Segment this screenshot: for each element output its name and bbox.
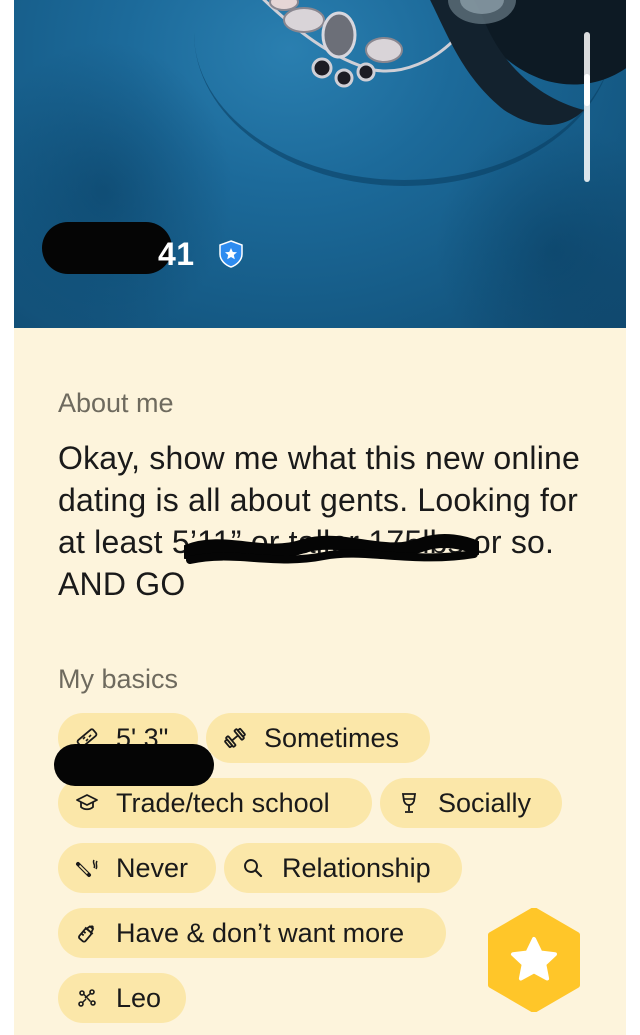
basic-chip-smoking[interactable]: Never (58, 843, 216, 893)
basic-chip-label: Sometimes (264, 722, 400, 753)
basic-chip-exercise[interactable]: Sometimes (206, 713, 430, 763)
photo-scroll-thumb[interactable] (584, 74, 590, 106)
wine-glass-icon (396, 790, 422, 816)
magnifier-icon (240, 855, 266, 881)
basic-chip-label: Never (116, 852, 189, 883)
bio-scribble-mark (184, 534, 479, 564)
basic-chip-label: Relationship (282, 852, 431, 883)
profile-photo[interactable]: 41 (14, 0, 626, 328)
superswipe-button[interactable] (482, 908, 586, 1012)
profile-card: 41 About me Okay, show me what this new … (14, 0, 626, 1035)
basic-chip-label: Have & don’t want more (116, 917, 405, 948)
height-redaction-mark (54, 744, 214, 786)
basic-chip-label: Trade/tech school (116, 787, 330, 818)
zodiac-icon (74, 985, 100, 1011)
photo-scroll-indicator[interactable] (584, 32, 590, 182)
graduation-cap-icon (74, 790, 100, 816)
basic-chip-label: Leo (116, 982, 162, 1013)
about-me-label: About me (58, 388, 174, 418)
name-redaction-mark (42, 222, 172, 274)
basic-chip-zodiac[interactable]: Leo (58, 973, 186, 1023)
profile-age: 41 (158, 236, 195, 272)
basic-chip-kids[interactable]: Have & don’t want more (58, 908, 446, 958)
photo-shading (14, 40, 234, 328)
my-basics-label: My basics (58, 664, 179, 694)
hair-graphic (430, 0, 626, 125)
baby-bottle-icon (74, 920, 100, 946)
basic-chip-label: Socially (438, 787, 532, 818)
basic-chip-looking-for[interactable]: Relationship (224, 843, 462, 893)
cigarette-icon (74, 855, 100, 881)
dumbbell-icon (222, 725, 248, 751)
basic-chip-drinking[interactable]: Socially (380, 778, 562, 828)
verified-badge-icon (219, 240, 243, 268)
